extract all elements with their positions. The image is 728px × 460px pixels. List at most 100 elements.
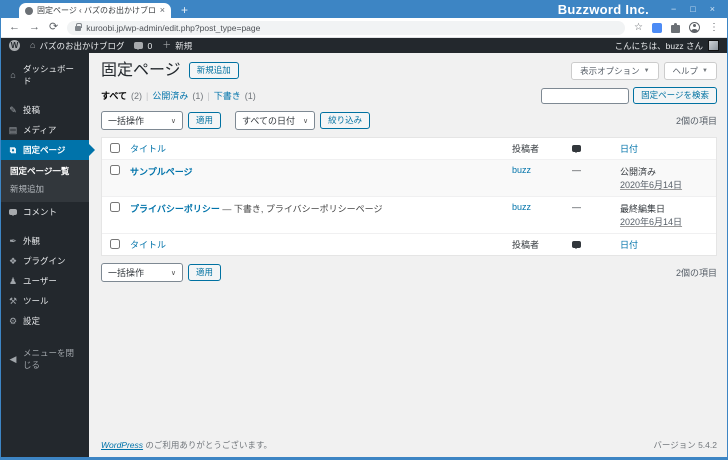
comment-count-value: — (572, 202, 581, 213)
profile-avatar-icon[interactable] (689, 22, 700, 33)
sidebar-item-pages[interactable]: ⧉ 固定ページ (1, 140, 95, 160)
search-box: 固定ページを検索 (541, 87, 717, 105)
row-checkbox[interactable] (110, 202, 120, 213)
submenu-item-add-new[interactable]: 新規追加 (1, 180, 89, 198)
favicon-icon (25, 6, 33, 15)
wordpress-logo-icon[interactable]: W (9, 40, 20, 51)
chevron-down-icon: ▼ (702, 67, 708, 74)
comments-icon (8, 208, 18, 217)
sidebar-item-posts[interactable]: ✎ 投稿 (1, 100, 89, 120)
admin-sidebar: ⌂ ダッシュボード ✎ 投稿 ▤ メディア ⧉ 固定ページ 固定ページ一覧 新規… (1, 53, 95, 457)
window-brand-title: Buzzword Inc. (557, 1, 650, 17)
column-comments (572, 240, 620, 250)
row-post-states: — 下書き, プライバシーポリシーページ (222, 204, 383, 215)
bulk-action-select[interactable]: 一括操作 ∨ (101, 111, 183, 131)
column-title-sort[interactable]: タイトル (130, 238, 512, 251)
filter-links-row: すべて (2) | 公開済み (1) | 下書き (1) 固定ページを検索 (101, 87, 717, 105)
collapse-menu-button[interactable]: ◀ メニューを閉じる (1, 343, 89, 375)
sidebar-item-dashboard[interactable]: ⌂ ダッシュボード (1, 59, 89, 91)
user-avatar (708, 40, 719, 51)
comments-column-icon (572, 240, 581, 249)
comment-count: 0 (147, 40, 153, 51)
page-row-title-link[interactable]: プライバシーポリシー (130, 204, 220, 214)
select-all-checkbox[interactable] (110, 142, 120, 153)
sidebar-item-comments[interactable]: コメント (1, 202, 89, 222)
column-date-sort[interactable]: 日付 (620, 238, 708, 251)
screen-options-button[interactable]: 表示オプション ▼ (571, 61, 659, 80)
browser-tab[interactable]: 固定ページ ‹ バズのお出かけブログ — × (19, 3, 171, 18)
comments-column-icon (572, 144, 581, 153)
maximize-button[interactable]: □ (690, 4, 695, 14)
search-pages-button[interactable]: 固定ページを検索 (633, 87, 717, 105)
column-title-sort[interactable]: タイトル (130, 142, 512, 155)
column-comments (572, 144, 620, 154)
address-bar[interactable]: kuroobi.jp/wp-admin/edit.php?post_type=p… (67, 20, 626, 35)
search-input[interactable] (541, 87, 630, 104)
admin-bar-new-link[interactable]: ＋ 新規 (162, 40, 192, 52)
back-icon[interactable]: ← (9, 22, 20, 33)
browser-menu-icon[interactable]: ⋮ (709, 22, 719, 33)
help-button[interactable]: ヘルプ ▼ (663, 61, 717, 80)
posts-icon: ✎ (9, 104, 17, 115)
submenu-item-all-pages[interactable]: 固定ページ一覧 (1, 162, 89, 180)
author-link[interactable]: buzz (512, 165, 531, 175)
comment-count-value: — (572, 165, 581, 176)
select-all-checkbox[interactable] (110, 238, 120, 249)
apply-button[interactable]: 適用 (188, 264, 222, 282)
admin-content: 固定ページ 新規追加 表示オプション ▼ ヘルプ ▼ すべて (2) | 公開済… (89, 53, 727, 457)
row-checkbox[interactable] (110, 165, 120, 176)
select-chevron-icon: ∨ (303, 117, 309, 125)
author-link[interactable]: buzz (512, 202, 531, 212)
sidebar-item-settings[interactable]: ⚙ 設定 (1, 311, 89, 331)
site-name: バズのお出かけブログ (39, 40, 125, 51)
select-chevron-icon: ∨ (170, 269, 176, 277)
admin-bar-comments-link[interactable]: 0 (134, 41, 152, 51)
new-label: 新規 (175, 40, 193, 51)
sidebar-item-tools[interactable]: ⚒ ツール (1, 291, 89, 311)
add-new-button[interactable]: 新規追加 (188, 62, 239, 80)
select-chevron-icon: ∨ (170, 117, 176, 125)
chevron-down-icon: ▼ (643, 67, 650, 74)
browser-toolbar: ← → ⟳ kuroobi.jp/wp-admin/edit.php?post_… (1, 18, 727, 38)
settings-icon: ⚙ (8, 315, 18, 326)
filter-published-link[interactable]: 公開済み (152, 89, 188, 102)
sidebar-separator (1, 91, 89, 100)
footer-thanks-text: のご利用ありがとうございます。 (143, 440, 273, 450)
date-filter-select[interactable]: すべての日付 ∨ (235, 111, 316, 131)
column-author: 投稿者 (512, 240, 540, 251)
plus-icon: ＋ (162, 40, 172, 50)
tab-close-icon[interactable]: × (160, 6, 165, 15)
sidebar-item-media[interactable]: ▤ メディア (1, 120, 89, 140)
extensions-puzzle-icon[interactable] (671, 22, 680, 33)
bookmark-star-icon[interactable]: ☆ (634, 22, 643, 33)
column-date-sort[interactable]: 日付 (620, 142, 708, 155)
reload-icon[interactable]: ⟳ (49, 22, 58, 33)
admin-bar-account[interactable]: こんにちは、buzz さん (615, 40, 719, 52)
filter-draft-link[interactable]: 下書き (214, 89, 241, 102)
pages-list-table: タイトル 投稿者 日付 サンプルページ buzz — 公開済み 2020年6月1… (101, 137, 717, 257)
page-url[interactable]: kuroobi.jp/wp-admin/edit.php?post_type=p… (86, 23, 260, 33)
bulk-action-select[interactable]: 一括操作 ∨ (101, 263, 183, 283)
new-tab-button[interactable]: + (181, 4, 188, 16)
admin-bar-site-link[interactable]: ⌂ バズのお出かけブログ (30, 40, 124, 52)
browser-titlebar: 固定ページ ‹ バズのお出かけブログ — × + Buzzword Inc. −… (1, 0, 727, 18)
filter-button[interactable]: 絞り込み (320, 112, 371, 130)
extension-icon[interactable] (652, 22, 662, 33)
sidebar-item-appearance[interactable]: ✒ 外観 (1, 231, 89, 251)
filter-all-link[interactable]: すべて (101, 89, 127, 102)
apply-button[interactable]: 適用 (188, 112, 222, 130)
forward-icon[interactable]: → (29, 22, 40, 33)
items-count: 2個の項目 (675, 116, 717, 127)
greeting-text: こんにちは、buzz さん (614, 40, 703, 51)
minimize-button[interactable]: − (671, 4, 676, 14)
page-header-row: 固定ページ 新規追加 表示オプション ▼ ヘルプ ▼ (101, 61, 717, 80)
admin-footer: WordPress のご利用ありがとうございます。 バージョン 5.4.2 (101, 435, 717, 453)
close-button[interactable]: × (710, 4, 715, 14)
plugins-icon: ❖ (8, 255, 18, 266)
sidebar-item-users[interactable]: ♟ ユーザー (1, 271, 89, 291)
appearance-icon: ✒ (9, 235, 17, 246)
page-row-title-link[interactable]: サンプルページ (130, 167, 193, 177)
wordpress-footer-link[interactable]: WordPress (101, 440, 143, 450)
sidebar-separator (1, 222, 89, 231)
sidebar-item-plugins[interactable]: ❖ プラグイン (1, 251, 89, 271)
